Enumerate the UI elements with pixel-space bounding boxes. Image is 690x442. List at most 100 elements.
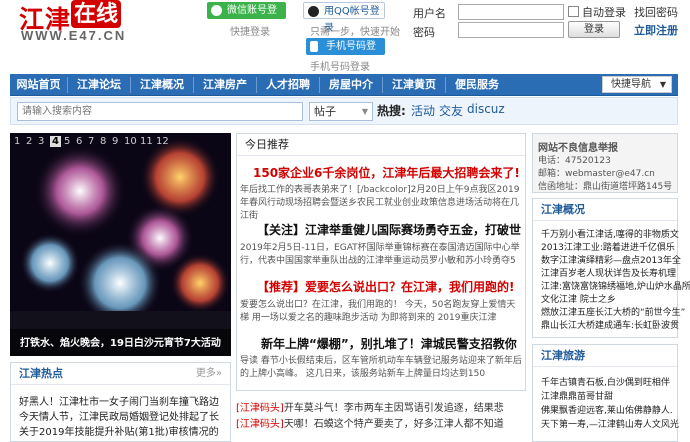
qq-sub: 只需一步，快速开始	[310, 27, 400, 38]
logo-badge[interactable]: 在线	[71, 0, 121, 28]
nav-item-jobs[interactable]: 人才招聘	[257, 74, 319, 96]
autologin-label: 自动登录	[582, 6, 626, 19]
main-nav: 网站首页 江津论坛 江津概况 江津房产 人才招聘 房屋中介 江津黄页 便民服务 …	[10, 74, 678, 96]
list-item[interactable]: 鼎山长江大桥建成通车:长虹卧波贯	[541, 318, 679, 331]
list-item[interactable]: 2013江津工业:踏着进进千亿俱乐	[541, 240, 675, 253]
nav-item-forum[interactable]: 江津论坛	[68, 74, 130, 96]
quick-nav-button[interactable]: 快捷导航 ▼	[602, 76, 672, 93]
password-input[interactable]	[458, 22, 564, 38]
today-headline[interactable]: 150家企业6千余岗位，江津年后最大招聘会来了!	[253, 164, 520, 181]
chevron-down-icon: ▼	[361, 107, 368, 116]
list-item[interactable]: 江津:富饶富饶锦绣福地,炉山炉水晶所	[541, 279, 690, 292]
report-phone: 电话：47520123	[538, 156, 611, 166]
today-headline[interactable]: 新年上牌“爆棚”，别扎堆了！津城民警支招教你	[261, 335, 517, 352]
wechat-sub: 快捷登录	[230, 27, 270, 38]
nav-item-overview[interactable]: 江津概况	[131, 74, 193, 96]
overview-panel: 江津概况 千万别小看江津话,噻得的非物质文 2013江津工业:踏着进进千亿俱乐 …	[532, 198, 690, 338]
today-panel: 今日推荐 150家企业6千余岗位，江津年后最大招聘会来了! 年后找工作的表哥表弟…	[236, 133, 526, 391]
list-item[interactable]: 佛果飘香迎远客,莱山佑佛静静人.	[541, 403, 673, 416]
slide-page[interactable]: 10	[124, 136, 137, 147]
quick-nav-label: 快捷导航	[611, 79, 651, 90]
slide-page[interactable]: 2	[26, 136, 35, 147]
travel-title: 江津旅游	[533, 345, 677, 367]
today-summary: 年后找工作的表哥表弟来了！[/backcolor]2月20日上午9点我区2019…	[240, 185, 520, 221]
report-email: 邮箱：webmaster@e47.cn	[538, 169, 655, 179]
today-summary: 爱要怎么说出口？在江津，我们用跑的！ 今天，50名跑友穿上爱情天梯 用一场以爱之…	[240, 300, 516, 323]
slide-page[interactable]: 3	[38, 136, 47, 147]
wechat-icon	[211, 5, 222, 16]
qq-login-button[interactable]: 用QQ帐号登录	[303, 2, 385, 34]
hot-term[interactable]: discuz	[467, 102, 505, 116]
report-title: 网站不良信息举报	[538, 143, 618, 154]
fireworks-image	[10, 137, 231, 356]
travel-panel: 江津旅游 千年古镇青石板,白沙偶到旺相伴 江津鼎鼎苗哥甘甜 佛果飘香迎远客,莱山…	[532, 344, 679, 442]
list-text: 天哪！石蟆这个特产要卖了，好多江津人都不知道	[283, 419, 504, 430]
hot-search-label: 热搜:	[377, 104, 406, 118]
list-item[interactable]: 江津百岁老人现状详告及长寿机理	[541, 266, 676, 279]
phone-login-button[interactable]: 手机号码登录	[306, 38, 385, 69]
autologin-checkbox[interactable]	[568, 6, 579, 17]
slideshow[interactable]: 1 2 3 4 5 6 7 8 9 10 11 12 打铁水、焰火晚会，19日白…	[10, 133, 231, 356]
wechat-login-button[interactable]: 微信账号登录	[207, 2, 286, 33]
hot-panel-title: 江津热点 更多»	[11, 363, 230, 385]
slide-page[interactable]: 7	[88, 136, 97, 147]
forgot-password-link[interactable]: 找回密码	[634, 4, 678, 20]
report-address: 信函地址：鼎山街道塔坪路145号	[538, 182, 673, 192]
list-tag: [江津码头]	[236, 403, 284, 414]
nav-item-yellowpages[interactable]: 江津黄页	[383, 74, 445, 96]
hot-panel: 江津热点 更多» 好黑人！江津杜市一女子闹门当刹车撞飞路边 今天情人节，江津民政…	[10, 362, 231, 442]
list-item[interactable]: 今天情人节，江津民政局婚姻登记处排起了长	[19, 408, 219, 423]
nav-item-home[interactable]: 网站首页	[10, 74, 67, 96]
search-scope-label: 帖子	[314, 105, 336, 118]
report-panel: 网站不良信息举报 电话：47520123 邮箱：webmaster@e47.cn…	[532, 133, 678, 193]
slide-caption[interactable]: 打铁水、焰火晚会，19日白沙元宵节7大活动	[20, 334, 221, 349]
slide-page-active[interactable]: 4	[50, 136, 61, 147]
slide-page[interactable]: 1	[14, 136, 23, 147]
login-button[interactable]: 登录	[568, 21, 620, 38]
hot-term[interactable]: 交友	[439, 102, 463, 119]
qq-icon	[308, 6, 319, 17]
list-item[interactable]: 好黑人！江津杜市一女子闹门当刹车撞飞路边	[19, 393, 219, 408]
list-item[interactable]: 千万别小看江津话,噻得的非物质文	[541, 227, 679, 240]
list-item[interactable]: 文化江津 院士之乡	[541, 292, 616, 305]
hot-title-text: 江津热点	[19, 367, 63, 380]
list-item[interactable]: [江津码头]天哪！石蟆这个特产要卖了，好多江津人都不知道	[236, 415, 526, 431]
slide-page[interactable]: 12	[156, 136, 169, 147]
search-input[interactable]	[17, 102, 303, 121]
nav-item-services[interactable]: 便民服务	[446, 74, 508, 96]
today-summary: 导读 春节小长假结束后，区车管所机动车车辆登记服务站迎来了新年后的上牌小高峰。 …	[240, 356, 522, 379]
list-item[interactable]: [江津码头]开车莫斗气！李市两车主因骂语引发追逐，结果悲	[236, 399, 526, 415]
today-title: 今日推荐	[237, 134, 525, 156]
list-item[interactable]: 天下第一寿,—江津鹤山寿人文风光	[541, 417, 679, 430]
list-item[interactable]: 燃放江津五座长江大桥的“前世今生”	[541, 305, 685, 318]
slideshow-pager: 1 2 3 4 5 6 7 8 9 10 11 12	[14, 136, 169, 147]
slide-page[interactable]: 11	[140, 136, 153, 147]
today-headline[interactable]: 【关注】江津举重健儿国际赛场勇夺五金，打破世	[257, 221, 521, 238]
phone-sub: 手机号码登录	[310, 62, 370, 73]
slide-page[interactable]: 9	[112, 136, 121, 147]
password-label: 密码	[413, 26, 435, 39]
list-item[interactable]: 千年古镇青石板,白沙偶到旺相伴	[541, 375, 670, 388]
phone-icon	[310, 41, 318, 52]
list-tag: [江津码头]	[236, 419, 284, 430]
username-label: 用户名	[413, 7, 446, 20]
list-item[interactable]: 数字江津演绎精彩—盘点2013年全	[541, 253, 681, 266]
today-headline[interactable]: 【推荐】爱要怎么说出口？在江津，我们用跑的!	[257, 278, 514, 295]
username-input[interactable]	[458, 4, 564, 20]
search-bar: 帖子 ▼ 热搜: 活动 交友 discuz	[10, 97, 678, 125]
search-scope-select[interactable]: 帖子 ▼	[309, 102, 373, 121]
slide-page[interactable]: 6	[76, 136, 85, 147]
overview-title: 江津概况	[533, 199, 677, 221]
chevron-down-icon: ▼	[659, 80, 666, 89]
nav-item-housing[interactable]: 房屋中介	[320, 74, 382, 96]
slide-page[interactable]: 5	[64, 136, 73, 147]
hot-more-link[interactable]: 更多»	[196, 363, 222, 385]
register-link[interactable]: 立即注册	[634, 22, 678, 38]
hot-term[interactable]: 活动	[411, 102, 435, 119]
list-text: 开车莫斗气！李市两车主因骂语引发追逐，结果悲	[283, 403, 504, 414]
list-item[interactable]: 江津鼎鼎苗哥甘甜	[541, 389, 613, 402]
today-summary: 2019年2月5日-11日，EGAT杯国际举重锦标赛在泰国清迈国际中心举行，代表…	[240, 243, 520, 266]
nav-item-realestate[interactable]: 江津房产	[194, 74, 256, 96]
today-bottom-list: [江津码头]开车莫斗气！李市两车主因骂语引发追逐，结果悲 [江津码头]天哪！石蟆…	[236, 399, 526, 431]
slide-page[interactable]: 8	[100, 136, 109, 147]
